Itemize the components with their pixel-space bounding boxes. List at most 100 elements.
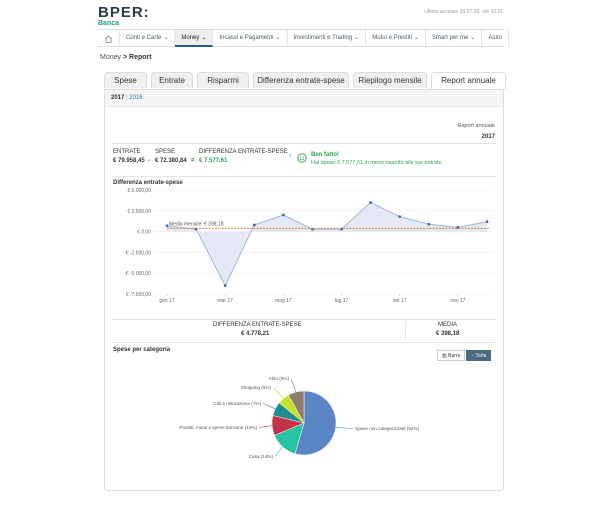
report-panel: 2017 | 2016 Report annuale 2017 ENTRATE … (104, 89, 504, 491)
chevron-left-icon: ‹ (289, 152, 292, 159)
pie-view-button[interactable]: ◔ Torta (466, 350, 492, 361)
report-year: 2017 (481, 134, 495, 140)
nav-item-incassi-pagamenti[interactable]: Incassi e Pagamenti ⌄ (213, 30, 288, 47)
pie-slice-label: Prestiti, mutui e spese bancarie (10%) (179, 425, 257, 430)
nav-item-label: Incassi e Pagamenti (219, 35, 274, 41)
summary-diff-label: DIFFERENZA ENTRATE-SPESE (213, 322, 302, 328)
breadcrumb: Money > Report (100, 54, 152, 61)
entrate-value: € 79.958,45 (113, 158, 145, 164)
breadcrumb-current: Report (129, 54, 152, 61)
data-point (427, 222, 431, 226)
pie-chart: Spese non categorizzate (54%) Casa (14%) P… (179, 376, 420, 459)
pie-slice-label: Spese non categorizzate (54%) (355, 426, 420, 431)
nav-item-mutui-prestiti[interactable]: Mutui e Prestiti ⌄ (366, 30, 426, 47)
summary-media-value: € 398,18 (436, 331, 460, 337)
y-tick-label: € 5.000,00 (127, 188, 151, 194)
nav-item-conti-carte[interactable]: Conti e Carte ⌄ (120, 30, 176, 47)
year-2017[interactable]: 2017 (111, 95, 124, 101)
breadcrumb-sep: > (122, 54, 128, 61)
y-tick-label: € 0,00 (137, 230, 151, 236)
report-label: Report annuale (457, 123, 495, 129)
equals-sign: = (191, 158, 195, 164)
minus-sign: - (148, 158, 150, 164)
divider (111, 342, 497, 343)
data-point (252, 223, 256, 227)
nav-item-label: Smart per me (431, 35, 469, 41)
nav-item-label: Conti e Carte (126, 35, 162, 41)
breadcrumb-parent[interactable]: Money (100, 54, 121, 61)
mean-label: Media mensile: € 398,18 (169, 221, 224, 227)
pie-leader-line (272, 387, 284, 399)
brand-sub: Banca (98, 20, 120, 27)
message-title: Ben fatto! (311, 152, 339, 158)
pie-chart-icon: ◔ (471, 353, 475, 359)
diff-value: € 7.577,61 (199, 158, 228, 164)
pie-title: Spese per categoria (113, 347, 171, 353)
pie-slice-label: Casa (14%) (249, 454, 274, 459)
summary-media-label: MEDIA (438, 322, 458, 328)
nav-items: Conti e Carte ⌄ Money ⌄ Incassi e Pagamenti ⌄… (120, 30, 510, 47)
bar-view-button[interactable]: ▥ Barre (437, 350, 466, 361)
entrate-label: ENTRATE (113, 149, 141, 155)
nav-item-label: Investimenti e Trading (293, 35, 353, 41)
y-tick-label: € -7.500,00 (126, 292, 152, 298)
tab-risparmi[interactable]: Risparmi (197, 72, 249, 88)
pie-leader-line (262, 403, 276, 410)
brand-name: BPER: (98, 4, 150, 21)
divider (111, 143, 497, 144)
pie-slice-label: Shopping (6%) (241, 385, 272, 390)
diff-label: DIFFERENZA ENTRATE-SPESE (199, 149, 288, 155)
spese-label: SPESE (155, 149, 176, 155)
nav-item-money[interactable]: Money ⌄ (175, 30, 214, 47)
pie-view-label: Torta (475, 353, 487, 359)
tab-differenza[interactable]: Differenza entrate-spese (253, 72, 349, 88)
data-point (165, 224, 169, 228)
message-text: Hai speso € 7.577,61 in meno rispetto al… (311, 160, 444, 166)
nav-item-smart-per-me[interactable]: Smart per me ⌄ (426, 30, 483, 47)
divider (111, 176, 497, 177)
pie-leader-line (290, 378, 297, 393)
data-point (281, 213, 285, 217)
diff-chart: € 5.000,00 € 2.500,00 € 0,00 € -2.500,00 € -… (126, 188, 493, 304)
x-tick-label: mag 17 (275, 298, 292, 304)
pie-slice-label: Altro (8%) (269, 376, 290, 381)
nav-item-investimenti-trading[interactable]: Investimenti e Trading ⌄ (288, 30, 367, 47)
y-tick-label: € -5.000,00 (126, 271, 152, 277)
pie-leader-line (274, 446, 283, 457)
x-tick-label: set 17 (393, 298, 407, 304)
year-2016[interactable]: 2016 (129, 95, 142, 101)
chevron-down-icon: ⌄ (413, 35, 419, 41)
nav-item-label: Aiuto (488, 35, 503, 41)
tab-report-annuale[interactable]: Report annuale (431, 72, 506, 90)
spese-value: € 72.380,84 (155, 158, 187, 164)
bar-chart-icon: ▥ (442, 353, 447, 359)
chevron-down-icon: ⌄ (201, 35, 207, 41)
main-nav: Conti e Carte ⌄ Money ⌄ Incassi e Pagamenti ⌄… (98, 29, 510, 47)
nav-item-label: Mutui e Prestiti (372, 35, 412, 41)
tab-spese[interactable]: Spese (104, 72, 147, 88)
year-selector: 2017 | 2016 (105, 90, 503, 107)
x-tick-label: gen 17 (159, 298, 175, 304)
bar-view-label: Barre (448, 353, 461, 359)
x-tick-label: mar 17 (217, 298, 233, 304)
year-sep: | (126, 95, 128, 101)
chevron-down-icon: ⌄ (470, 35, 476, 41)
smile-icon (297, 153, 307, 163)
data-point (485, 220, 489, 224)
last-access: Ultimo accesso 09.07.18. ore 10:21 (424, 9, 503, 15)
nav-home[interactable] (98, 30, 120, 47)
bper-logo[interactable]: BPER: Banca (98, 4, 150, 27)
tab-riepilogo[interactable]: Riepilogo mensile (353, 72, 427, 88)
pie-leader-line (258, 425, 273, 428)
data-point (223, 284, 227, 288)
chevron-down-icon: ⌄ (354, 35, 360, 41)
divider (111, 319, 497, 320)
chevron-down-icon: ⌄ (163, 35, 169, 41)
tab-entrate[interactable]: Entrate (151, 72, 193, 88)
pie-slice-label: Cibi e ristorazione (7%) (213, 401, 261, 406)
chevron-down-icon: ⌄ (275, 35, 281, 41)
diff-chart-title: Differenza entrate-spese (113, 180, 183, 186)
report-tabs: Spese Entrate Risparmi Differenza entrat… (104, 72, 510, 90)
nav-item-aiuto[interactable]: Aiuto (482, 30, 510, 47)
x-tick-label: nov 17 (450, 298, 465, 304)
